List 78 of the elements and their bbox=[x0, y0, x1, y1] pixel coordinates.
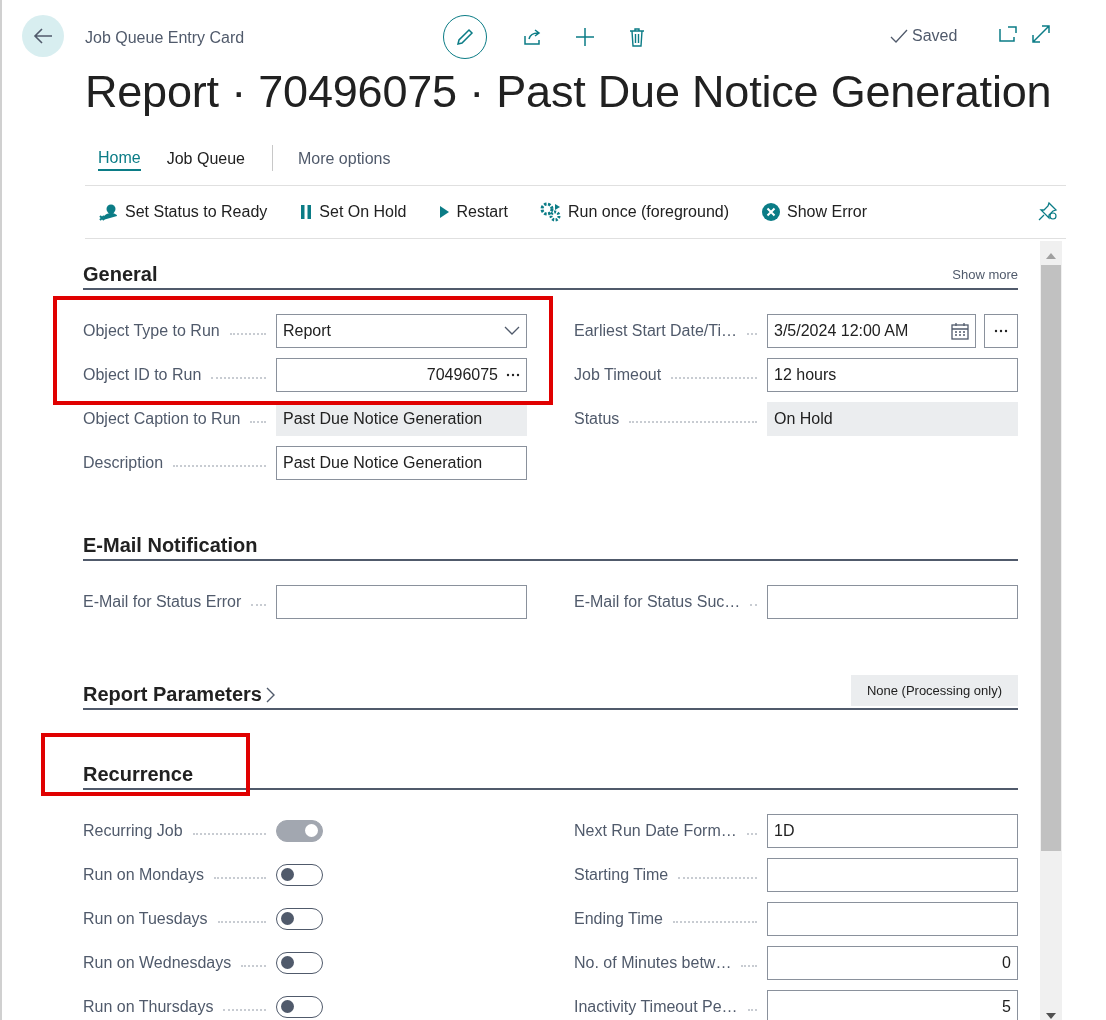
field-label: Description bbox=[83, 454, 164, 472]
field-label: Status bbox=[574, 410, 620, 428]
checkmark-icon bbox=[890, 29, 908, 43]
action-button[interactable]: Show Error bbox=[761, 202, 868, 222]
field-label: Inactivity Timeout Pe… bbox=[574, 998, 738, 1016]
section-heading: General bbox=[83, 263, 158, 286]
page-breadcrumb: Job Queue Entry Card bbox=[85, 29, 245, 47]
pause-icon bbox=[299, 203, 314, 221]
pencil-icon bbox=[455, 27, 475, 47]
field-label: Job Timeout bbox=[574, 366, 662, 384]
input-field[interactable] bbox=[767, 858, 1018, 892]
trash-icon bbox=[629, 27, 645, 47]
pop-out-icon bbox=[998, 25, 1018, 43]
field-label: Next Run Date Form… bbox=[574, 822, 737, 840]
person-sync-icon bbox=[99, 202, 119, 222]
action-button[interactable]: Set Status to Ready bbox=[99, 202, 268, 222]
input-field[interactable] bbox=[276, 585, 527, 619]
action-button[interactable]: Run once (foreground) bbox=[540, 202, 730, 222]
field-label: Run on Thursdays bbox=[83, 998, 214, 1016]
section-heading: E-Mail Notification bbox=[83, 534, 258, 557]
more-button[interactable] bbox=[984, 314, 1018, 348]
action-button[interactable]: Set On Hold bbox=[299, 203, 407, 221]
share-icon bbox=[523, 28, 543, 46]
toggle-switch[interactable] bbox=[276, 908, 323, 930]
tab[interactable]: Home bbox=[98, 144, 141, 171]
readonly-field: On Hold bbox=[767, 402, 1018, 436]
back-arrow-icon bbox=[33, 27, 53, 45]
field-label: Run on Tuesdays bbox=[83, 910, 208, 928]
chevron-down-icon bbox=[504, 326, 520, 336]
field-label: E-Mail for Status Error bbox=[83, 593, 242, 611]
expand-icon bbox=[1032, 25, 1050, 43]
toggle-switch[interactable] bbox=[276, 864, 323, 886]
page-title: Report · 70496075 · Past Due Notice Generation bbox=[85, 66, 1052, 118]
section-heading: Recurrence bbox=[83, 763, 194, 786]
field-label: E-Mail for Status Suc… bbox=[574, 593, 741, 611]
cogs-icon bbox=[540, 202, 563, 222]
input-field[interactable]: 5 bbox=[767, 990, 1018, 1020]
field-label: Earliest Start Date/Ti… bbox=[574, 322, 737, 340]
dropdown-field[interactable]: Report bbox=[276, 314, 527, 348]
open-new-window-button[interactable] bbox=[998, 25, 1018, 43]
calendar-icon bbox=[951, 322, 969, 340]
plus-icon bbox=[575, 27, 595, 47]
field-label: Object Type to Run bbox=[83, 322, 220, 340]
pin-icon bbox=[1038, 201, 1058, 221]
toggle-switch[interactable] bbox=[276, 952, 323, 974]
input-field[interactable] bbox=[767, 585, 1018, 619]
toggle-switch[interactable] bbox=[276, 996, 323, 1018]
back-button[interactable] bbox=[22, 15, 64, 57]
input-field[interactable]: 0 bbox=[767, 946, 1018, 980]
input-field[interactable]: Past Due Notice Generation bbox=[276, 446, 527, 480]
input-field[interactable] bbox=[767, 902, 1018, 936]
field-label: Ending Time bbox=[574, 910, 663, 928]
field-label: Run on Wednesdays bbox=[83, 954, 232, 972]
chevron-right-icon bbox=[265, 686, 276, 703]
tab[interactable]: Job Queue bbox=[166, 145, 245, 170]
date-field[interactable]: 3/5/2024 12:00 AM bbox=[767, 314, 976, 348]
lookup-field[interactable]: 70496075 bbox=[276, 358, 527, 392]
report-parameters-badge: None (Processing only) bbox=[850, 675, 1018, 706]
field-label: Run on Mondays bbox=[83, 866, 204, 884]
field-label: Starting Time bbox=[574, 866, 669, 884]
action-button[interactable]: Restart bbox=[438, 203, 509, 221]
section-heading: Report Parameters bbox=[83, 683, 262, 706]
ellipsis-icon bbox=[994, 329, 1008, 333]
field-label: Recurring Job bbox=[83, 822, 183, 840]
field-label: Object Caption to Run bbox=[83, 410, 241, 428]
saved-status: Saved bbox=[912, 27, 958, 45]
ellipsis-icon bbox=[506, 373, 520, 377]
edit-button[interactable] bbox=[443, 15, 487, 59]
show-more-link[interactable]: Show more bbox=[952, 267, 1018, 282]
pin-button[interactable] bbox=[1038, 201, 1058, 221]
tab[interactable]: More options bbox=[297, 145, 391, 170]
input-field[interactable]: 12 hours bbox=[767, 358, 1018, 392]
field-label: Object ID to Run bbox=[83, 366, 202, 384]
expand-button[interactable] bbox=[1032, 25, 1050, 43]
field-label: No. of Minutes betw… bbox=[574, 954, 732, 972]
play-icon bbox=[438, 204, 451, 220]
input-field[interactable]: 1D bbox=[767, 814, 1018, 848]
error-circle-icon bbox=[761, 202, 782, 222]
